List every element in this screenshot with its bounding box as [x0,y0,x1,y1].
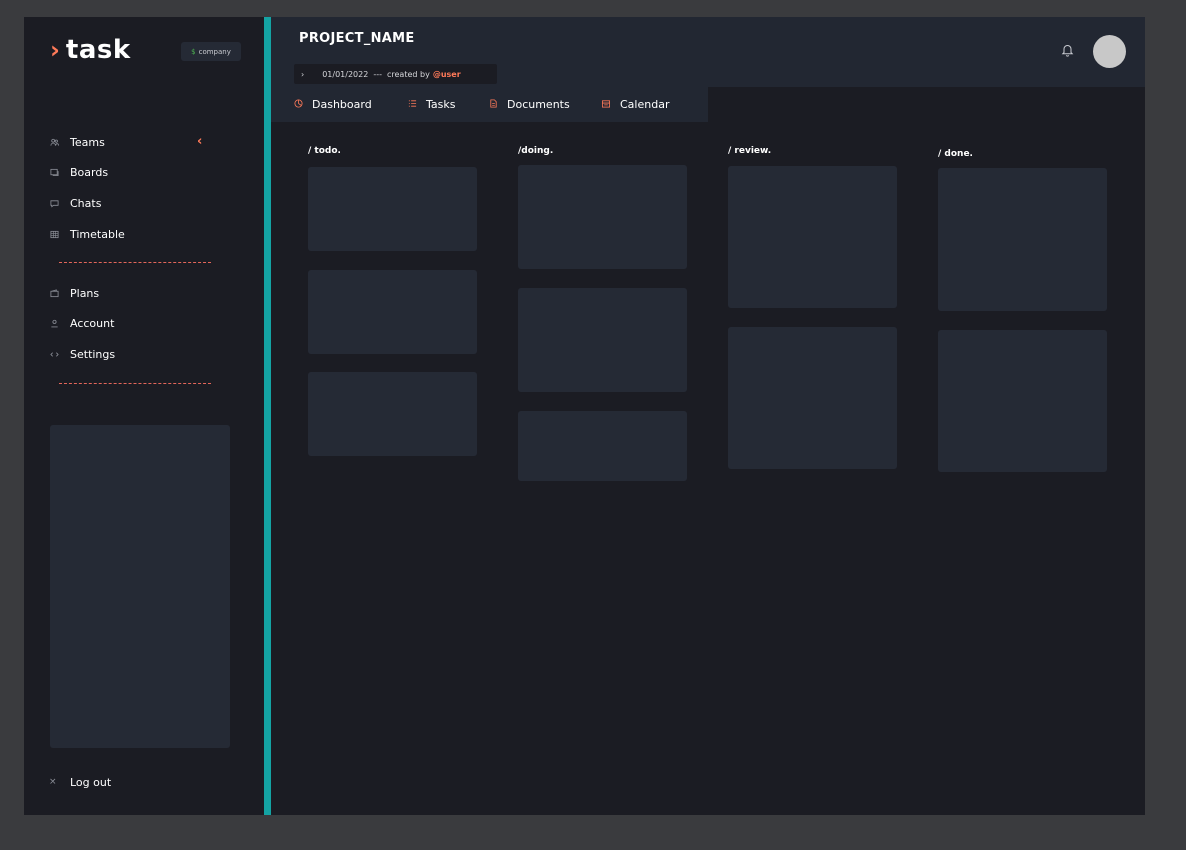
tab-calendar[interactable]: Calendar [601,87,669,122]
company-badge[interactable]: $ company [181,42,241,61]
dollar-icon: $ [191,47,196,56]
sidebar: › task $ company Teams ‹ Boards Chats Ti… [24,17,264,815]
header: PROJECT_NAME › 01/01/2022 --- created by… [271,17,1145,87]
column-title: / todo. [308,146,341,156]
calendar-icon [601,99,611,110]
creator-username[interactable]: @user [433,70,461,79]
task-card[interactable] [518,411,687,481]
avatar[interactable] [1093,35,1126,68]
column-title: /doing. [518,146,554,156]
sidebar-divider [59,262,211,263]
tab-label: Calendar [620,98,670,111]
task-card[interactable] [308,372,477,456]
list-icon [408,99,417,110]
task-card[interactable] [728,166,897,308]
logo[interactable]: › task [50,35,131,65]
board-icon [49,167,60,178]
dashboard-icon [294,99,303,110]
project-meta: › 01/01/2022 --- created by @user [294,64,497,84]
close-icon: × [49,777,57,787]
task-card[interactable] [938,330,1107,472]
grid-icon [49,229,60,240]
document-icon [489,99,498,110]
sidebar-accent-bar [264,17,271,815]
sidebar-item-boards[interactable]: Boards [49,162,108,182]
logout-button[interactable]: × Log out [49,772,111,792]
board-column-done: / done. [938,149,973,161]
tab-documents[interactable]: Documents [489,87,570,122]
sidebar-item-plans[interactable]: Plans [49,283,99,303]
code-icon [49,349,60,360]
sidebar-item-label: Boards [70,165,109,179]
project-date: 01/01/2022 [322,69,369,79]
tab-bar: Dashboard Tasks Documents Calendar [271,87,708,122]
logo-text: task [65,35,131,65]
sidebar-divider [59,383,211,384]
tab-tasks[interactable]: Tasks [408,87,455,122]
logout-label: Log out [70,775,112,789]
page-title: PROJECT_NAME [299,31,415,46]
chevron-right-icon[interactable]: › [301,70,304,79]
task-card[interactable] [518,288,687,392]
board-column-review: / review. [728,146,771,158]
task-card[interactable] [938,168,1107,311]
sidebar-item-label: Plans [70,286,100,300]
tab-dashboard[interactable]: Dashboard [294,87,372,122]
board-column-todo: / todo. [308,146,341,158]
column-title: / review. [728,146,772,156]
bell-icon[interactable] [1061,43,1075,57]
tab-label: Tasks [426,98,456,111]
sidebar-item-label: Timetable [70,227,125,241]
user-icon [49,318,60,329]
sidebar-item-timetable[interactable]: Timetable [49,224,125,244]
task-card[interactable] [518,165,687,269]
logo-chevron-icon: › [50,36,60,64]
sidebar-panel [50,425,230,748]
sidebar-item-label: Settings [70,347,116,361]
tab-label: Dashboard [312,98,372,111]
meta-separator: --- [373,69,382,79]
tab-label: Documents [507,98,570,111]
task-card[interactable] [308,167,477,251]
task-card[interactable] [728,327,897,469]
sidebar-item-settings[interactable]: Settings [49,344,115,364]
company-badge-label: company [198,47,231,56]
task-card[interactable] [308,270,477,354]
collapse-chevron-icon[interactable]: ‹ [197,134,202,149]
chat-icon [49,198,60,209]
sidebar-item-label: Teams [70,135,105,149]
app-window: › task $ company Teams ‹ Boards Chats Ti… [24,17,1145,815]
users-icon [49,137,60,148]
sidebar-item-label: Chats [70,196,102,210]
sidebar-item-label: Account [70,316,115,330]
created-by-label: created by [386,69,430,79]
board-column-doing: /doing. [518,146,553,158]
column-title: / done. [938,149,973,159]
sidebar-item-chats[interactable]: Chats [49,193,101,213]
sidebar-item-teams[interactable]: Teams [49,132,105,152]
wallet-icon [49,288,60,299]
sidebar-item-account[interactable]: Account [49,313,114,333]
